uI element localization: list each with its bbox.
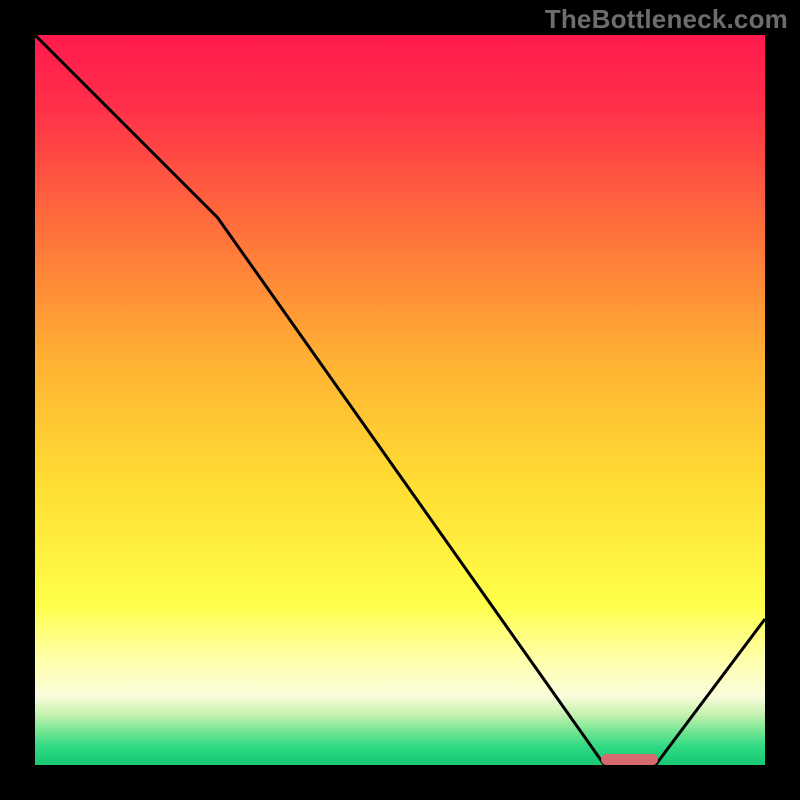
chart-frame: TheBottleneck.com [0, 0, 800, 800]
ideal-range-marker [601, 754, 658, 765]
bottleneck-curve [35, 35, 765, 765]
watermark-text: TheBottleneck.com [545, 4, 788, 35]
plot-area [35, 35, 765, 765]
